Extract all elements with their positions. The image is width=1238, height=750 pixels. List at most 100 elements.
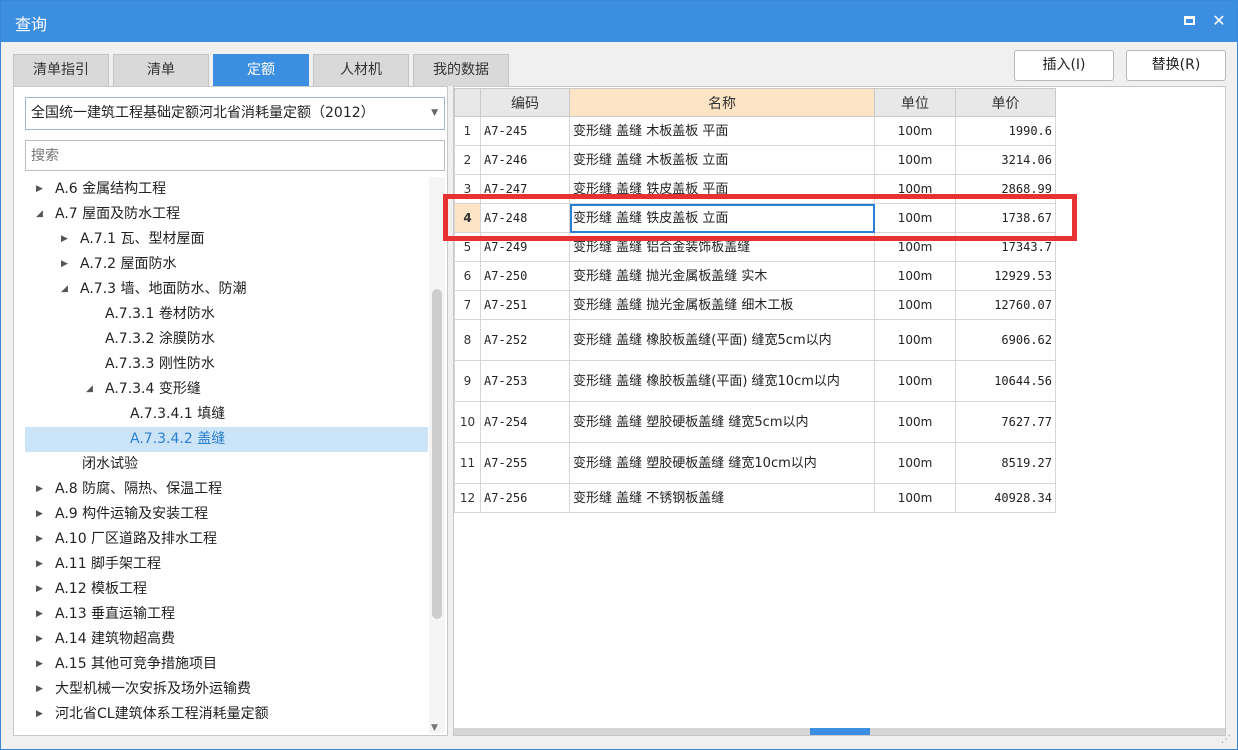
tree-item[interactable]: ▶ 大型机械一次安拆及场外运输费 bbox=[25, 677, 428, 702]
expand-arrow-icon[interactable]: ▶ bbox=[36, 552, 48, 577]
name-header[interactable]: 名称 bbox=[569, 88, 875, 117]
tab-2[interactable]: 定额 bbox=[213, 54, 309, 86]
price-cell[interactable]: 1738.67 bbox=[955, 203, 1056, 233]
row-number-cell[interactable]: 10 bbox=[454, 401, 481, 443]
tree-item[interactable]: ▶ A.12 模板工程 bbox=[25, 577, 428, 602]
row-number-cell[interactable]: 11 bbox=[454, 442, 481, 484]
table-row[interactable]: 11 A7-255 变形缝 盖缝 塑胶硬板盖缝 缝宽10cm以内 100m 8519.2… bbox=[454, 442, 1056, 484]
expand-arrow-icon[interactable]: ▶ bbox=[36, 677, 48, 702]
unit-cell[interactable]: 100m bbox=[874, 145, 956, 175]
tree-item[interactable]: A.7.3.4.2 盖缝 bbox=[25, 427, 428, 452]
name-cell[interactable]: 变形缝 盖缝 不锈钢板盖缝 bbox=[569, 483, 875, 513]
row-number-cell[interactable]: 6 bbox=[454, 261, 481, 291]
tab-3[interactable]: 人材机 bbox=[313, 54, 409, 86]
name-cell[interactable]: 变形缝 盖缝 木板盖板 立面 bbox=[569, 145, 875, 175]
tree-scrollbar-thumb[interactable] bbox=[432, 289, 442, 619]
tree-item[interactable]: ▶ A.6 金属结构工程 bbox=[25, 177, 428, 202]
tree-item[interactable]: ◢ A.7.3.4 变形缝 bbox=[25, 377, 428, 402]
price-header[interactable]: 单价 bbox=[955, 88, 1056, 117]
tree-item[interactable]: A.7.3.1 卷材防水 bbox=[25, 302, 428, 327]
name-cell[interactable]: 变形缝 盖缝 铝合金装饰板盖缝 bbox=[569, 232, 875, 262]
table-row[interactable]: 6 A7-250 变形缝 盖缝 抛光金属板盖缝 实木 100m 12929.53 bbox=[454, 261, 1056, 291]
close-icon[interactable]: ✕ bbox=[1208, 10, 1230, 32]
unit-cell[interactable]: 100m bbox=[874, 232, 956, 262]
expand-arrow-icon[interactable]: ▶ bbox=[36, 527, 48, 552]
expand-arrow-icon[interactable]: ▶ bbox=[61, 252, 73, 277]
name-cell[interactable]: 变形缝 盖缝 抛光金属板盖缝 实木 bbox=[569, 261, 875, 291]
unit-cell[interactable]: 100m bbox=[874, 360, 956, 402]
tree-item[interactable]: A.7.3.3 刚性防水 bbox=[25, 352, 428, 377]
table-row[interactable]: 7 A7-251 变形缝 盖缝 抛光金属板盖缝 细木工板 100m 12760.07 bbox=[454, 290, 1056, 320]
row-number-cell[interactable]: 4 bbox=[454, 203, 481, 233]
tree-item[interactable]: ▶ A.9 构件运输及安装工程 bbox=[25, 502, 428, 527]
name-cell[interactable]: 变形缝 盖缝 橡胶板盖缝(平面) 缝宽5cm以内 bbox=[569, 319, 875, 361]
code-cell[interactable]: A7-246 bbox=[480, 145, 570, 175]
code-cell[interactable]: A7-248 bbox=[480, 203, 570, 233]
tree-item[interactable]: A.7.3.4.1 填缝 bbox=[25, 402, 428, 427]
table-row[interactable]: 2 A7-246 变形缝 盖缝 木板盖板 立面 100m 3214.06 bbox=[454, 145, 1056, 175]
code-cell[interactable]: A7-250 bbox=[480, 261, 570, 291]
code-cell[interactable]: A7-255 bbox=[480, 442, 570, 484]
tree-item[interactable]: ▶ A.8 防腐、隔热、保温工程 bbox=[25, 477, 428, 502]
row-number-cell[interactable]: 1 bbox=[454, 116, 481, 146]
price-cell[interactable]: 40928.34 bbox=[955, 483, 1056, 513]
tree-item[interactable]: 闭水试验 bbox=[25, 452, 428, 477]
row-number-cell[interactable]: 8 bbox=[454, 319, 481, 361]
price-cell[interactable]: 10644.56 bbox=[955, 360, 1056, 402]
library-select[interactable]: 全国统一建筑工程基础定额河北省消耗量定额（2012） ▼ bbox=[25, 97, 445, 130]
collapse-arrow-icon[interactable]: ◢ bbox=[36, 202, 48, 227]
tree-item[interactable]: A.7.3.2 涂膜防水 bbox=[25, 327, 428, 352]
price-cell[interactable]: 7627.77 bbox=[955, 401, 1056, 443]
resize-grip-icon[interactable]: ⋰ bbox=[1221, 734, 1231, 745]
search-input[interactable] bbox=[25, 140, 445, 171]
name-cell[interactable]: 变形缝 盖缝 铁皮盖板 立面 bbox=[569, 203, 875, 233]
table-row[interactable]: 12 A7-256 变形缝 盖缝 不锈钢板盖缝 100m 40928.34 bbox=[454, 483, 1056, 513]
unit-cell[interactable]: 100m bbox=[874, 442, 956, 484]
code-cell[interactable]: A7-252 bbox=[480, 319, 570, 361]
name-cell[interactable]: 变形缝 盖缝 木板盖板 平面 bbox=[569, 116, 875, 146]
code-header[interactable]: 编码 bbox=[480, 88, 570, 117]
collapse-arrow-icon[interactable]: ◢ bbox=[61, 277, 73, 302]
code-cell[interactable]: A7-251 bbox=[480, 290, 570, 320]
row-number-cell[interactable]: 7 bbox=[454, 290, 481, 320]
row-number-cell[interactable]: 9 bbox=[454, 360, 481, 402]
unit-cell[interactable]: 100m bbox=[874, 319, 956, 361]
price-cell[interactable]: 3214.06 bbox=[955, 145, 1056, 175]
code-cell[interactable]: A7-245 bbox=[480, 116, 570, 146]
table-row[interactable]: 5 A7-249 变形缝 盖缝 铝合金装饰板盖缝 100m 17343.7 bbox=[454, 232, 1056, 262]
tree-item[interactable]: ▶ A.15 其他可竞争措施项目 bbox=[25, 652, 428, 677]
title-bar[interactable]: 查询 ✕ bbox=[1, 1, 1237, 42]
expand-arrow-icon[interactable]: ▶ bbox=[36, 477, 48, 502]
price-cell[interactable]: 8519.27 bbox=[955, 442, 1056, 484]
tab-1[interactable]: 清单 bbox=[113, 54, 209, 86]
insert-button[interactable]: 插入(I) bbox=[1014, 50, 1114, 81]
tree-item[interactable]: ▶ A.7.1 瓦、型材屋面 bbox=[25, 227, 428, 252]
price-cell[interactable]: 12929.53 bbox=[955, 261, 1056, 291]
tree-item[interactable]: ▶ A.7.2 屋面防水 bbox=[25, 252, 428, 277]
name-cell[interactable]: 变形缝 盖缝 塑胶硬板盖缝 缝宽5cm以内 bbox=[569, 401, 875, 443]
scroll-up-icon[interactable] bbox=[810, 728, 870, 735]
expand-arrow-icon[interactable]: ▶ bbox=[36, 702, 48, 727]
unit-cell[interactable]: 100m bbox=[874, 401, 956, 443]
expand-arrow-icon[interactable]: ▶ bbox=[36, 652, 48, 677]
row-number-cell[interactable]: 5 bbox=[454, 232, 481, 262]
table-row[interactable]: 10 A7-254 变形缝 盖缝 塑胶硬板盖缝 缝宽5cm以内 100m 7627.77 bbox=[454, 401, 1056, 443]
tree-item[interactable]: ◢ A.7 屋面及防水工程 bbox=[25, 202, 428, 227]
table-row[interactable]: 3 A7-247 变形缝 盖缝 铁皮盖板 平面 100m 2868.99 bbox=[454, 174, 1056, 204]
tree-item[interactable]: ▶ A.13 垂直运输工程 bbox=[25, 602, 428, 627]
unit-cell[interactable]: 100m bbox=[874, 174, 956, 204]
unit-header[interactable]: 单位 bbox=[874, 88, 956, 117]
table-row[interactable]: 8 A7-252 变形缝 盖缝 橡胶板盖缝(平面) 缝宽5cm以内 100m 6906.… bbox=[454, 319, 1056, 361]
scroll-down-icon[interactable]: ▼ bbox=[431, 723, 438, 733]
replace-button[interactable]: 替换(R) bbox=[1126, 50, 1226, 81]
row-number-cell[interactable]: 2 bbox=[454, 145, 481, 175]
name-cell[interactable]: 变形缝 盖缝 抛光金属板盖缝 细木工板 bbox=[569, 290, 875, 320]
price-cell[interactable]: 6906.62 bbox=[955, 319, 1056, 361]
tree-item[interactable]: ◢ A.7.3 墙、地面防水、防潮 bbox=[25, 277, 428, 302]
code-cell[interactable]: A7-256 bbox=[480, 483, 570, 513]
tree-item[interactable]: ▶ A.14 建筑物超高费 bbox=[25, 627, 428, 652]
price-cell[interactable]: 1990.6 bbox=[955, 116, 1056, 146]
row-number-cell[interactable]: 12 bbox=[454, 483, 481, 513]
unit-cell[interactable]: 100m bbox=[874, 116, 956, 146]
expand-arrow-icon[interactable]: ▶ bbox=[36, 627, 48, 652]
